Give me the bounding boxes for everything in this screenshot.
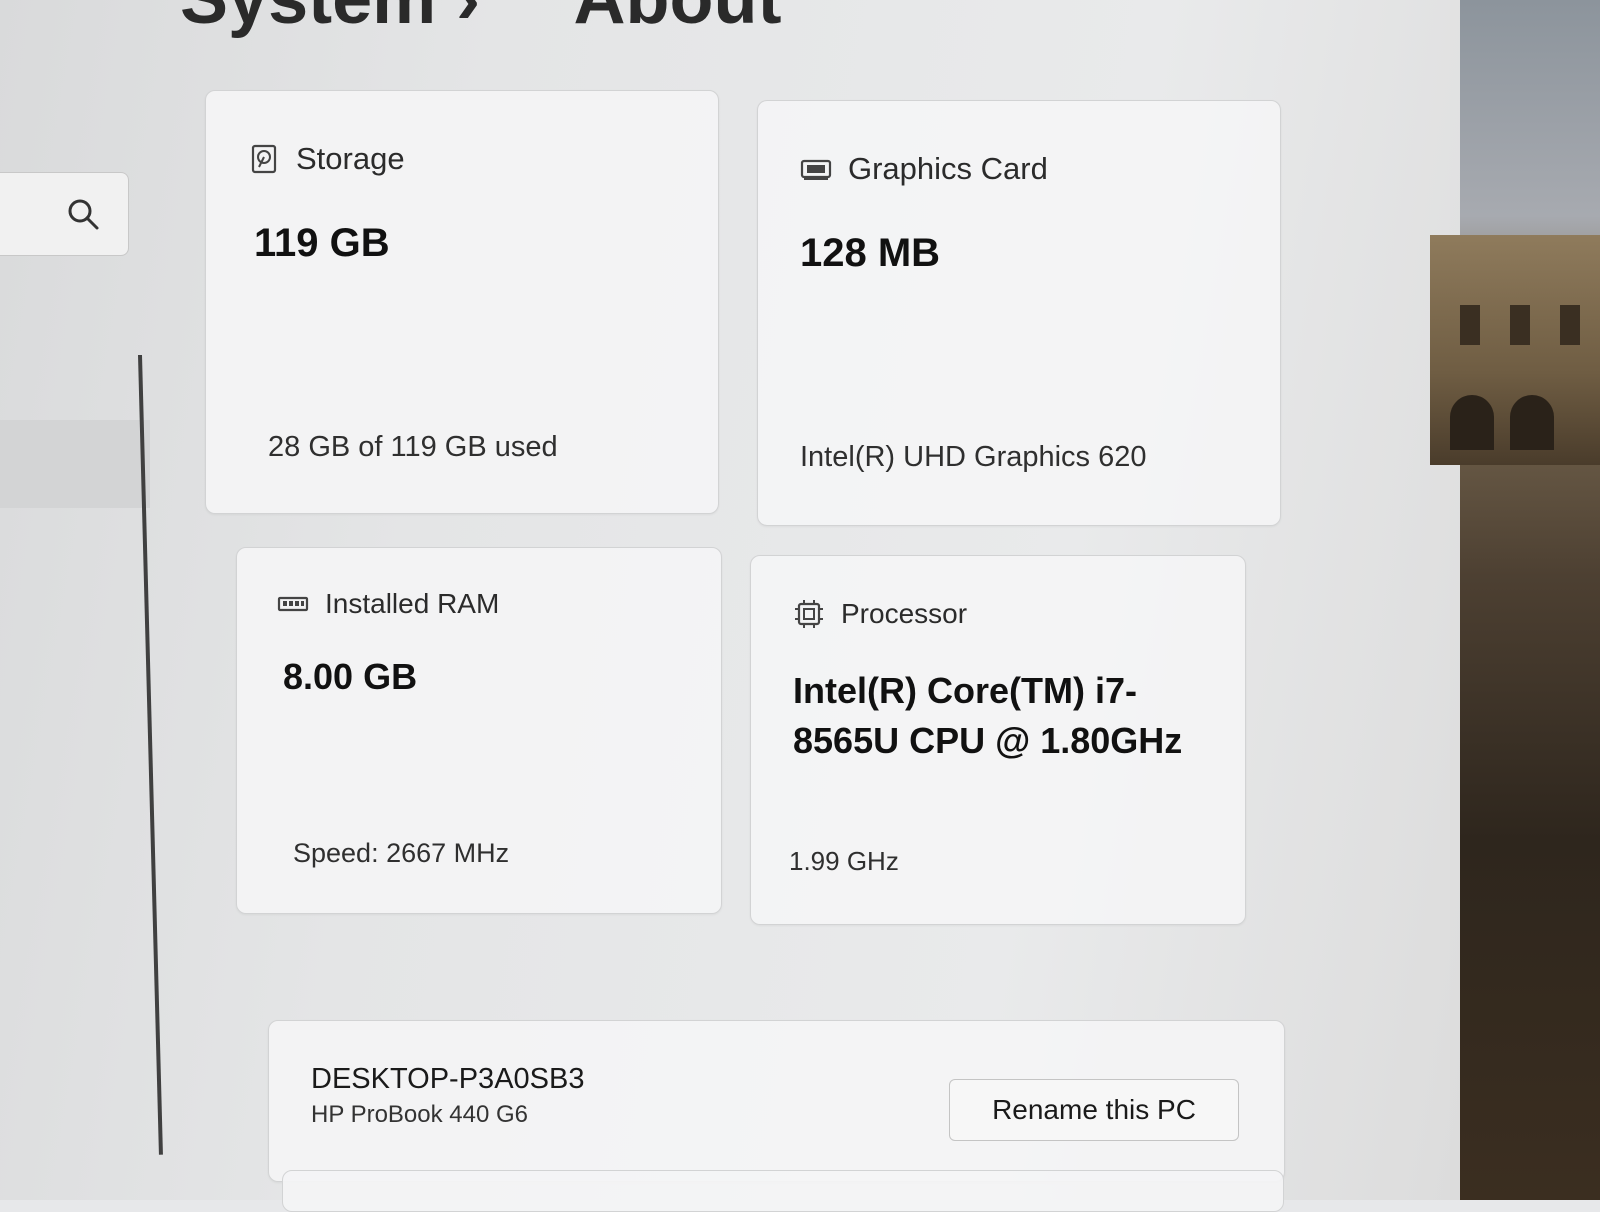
nav-selected-item[interactable] xyxy=(0,420,150,508)
desktop-wallpaper xyxy=(1460,0,1600,1200)
page-heading: System › About xyxy=(180,0,781,40)
building-window xyxy=(1460,305,1480,345)
graphics-value: 128 MB xyxy=(800,231,941,275)
graphics-header: Graphics Card xyxy=(800,151,1048,187)
storage-card: Storage 119 GB 28 GB of 119 GB used xyxy=(205,90,719,514)
processor-title: Processor xyxy=(841,598,968,629)
sidebar-divider xyxy=(138,354,163,1155)
ram-value: 8.00 GB xyxy=(283,656,418,697)
breadcrumb-separator: › xyxy=(456,0,556,40)
graphics-model: Intel(R) UHD Graphics 620 xyxy=(800,441,1147,473)
graphics-card-icon xyxy=(800,159,832,180)
settings-window: System › About Storage 119 GB 28 GB of 1… xyxy=(0,0,1460,1212)
processor-header: Processor xyxy=(793,598,967,630)
device-name: DESKTOP-P3A0SB3 xyxy=(311,1063,585,1095)
device-name-card: DESKTOP-P3A0SB3 HP ProBook 440 G6 Rename… xyxy=(268,1020,1285,1182)
processor-card: Processor Intel(R) Core(TM) i7-8565U CPU… xyxy=(750,555,1246,925)
ram-card: Installed RAM 8.00 GB Speed: 2667 MHz xyxy=(236,547,722,914)
processor-icon xyxy=(795,600,823,628)
rename-pc-button[interactable]: Rename this PC xyxy=(949,1079,1239,1141)
processor-value: Intel(R) Core(TM) i7-8565U CPU @ 1.80GHz xyxy=(793,670,1183,761)
storage-value: 119 GB xyxy=(254,221,390,265)
breadcrumb-parent[interactable]: System xyxy=(180,0,436,39)
storage-header: Storage xyxy=(248,141,405,177)
ram-icon xyxy=(277,596,309,612)
ram-title: Installed RAM xyxy=(325,588,500,619)
graphics-title: Graphics Card xyxy=(848,151,1048,186)
storage-icon xyxy=(251,144,277,174)
search-icon[interactable] xyxy=(66,197,100,231)
building-arch xyxy=(1450,395,1494,450)
wallpaper-building xyxy=(1430,235,1600,465)
next-settings-card xyxy=(282,1170,1284,1212)
storage-usage: 28 GB of 119 GB used xyxy=(268,431,558,463)
ram-header: Installed RAM xyxy=(277,588,499,620)
building-arch xyxy=(1510,395,1554,450)
graphics-card-card: Graphics Card 128 MB Intel(R) UHD Graphi… xyxy=(757,100,1281,526)
device-model: HP ProBook 440 G6 xyxy=(311,1101,529,1128)
processor-speed: 1.99 GHz xyxy=(789,846,899,876)
storage-title: Storage xyxy=(296,141,405,176)
page-title: About xyxy=(574,0,782,39)
building-window xyxy=(1510,305,1530,345)
building-window xyxy=(1560,305,1580,345)
ram-speed: Speed: 2667 MHz xyxy=(293,838,510,868)
search-box[interactable] xyxy=(0,172,129,256)
